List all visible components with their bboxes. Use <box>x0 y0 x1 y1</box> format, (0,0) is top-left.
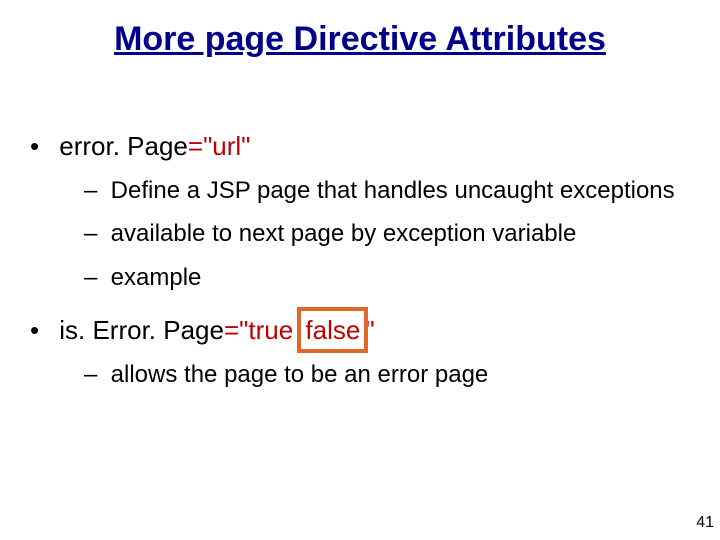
sub-bullet: – example <box>84 259 690 296</box>
sub-bullet: – available to next page by exception va… <box>84 215 690 252</box>
page-number: 41 <box>696 514 714 532</box>
attr-assignment: ="url" <box>188 131 251 161</box>
bullet-is-error-page: • is. Error. Page="true false" <box>30 310 690 350</box>
sub-bullet-text: available to next page by exception vari… <box>111 220 577 247</box>
dash-icon: – <box>84 356 104 393</box>
attr-name: is. Error. Page <box>59 315 224 345</box>
dash-icon: – <box>84 259 104 296</box>
sub-bullet-text: allows the page to be an error page <box>111 361 489 388</box>
sub-bullet: – allows the page to be an error page <box>84 356 690 393</box>
slide: More page Directive Attributes • error. … <box>0 0 720 540</box>
sub-bullet: – Define a JSP page that handles uncaugh… <box>84 172 690 209</box>
dash-icon: – <box>84 172 104 209</box>
bullet-dot-icon: • <box>30 310 52 350</box>
sub-bullet-text: example <box>111 264 202 291</box>
attr-assignment: ="true false" <box>224 315 375 345</box>
attr-name: error. Page <box>59 131 188 161</box>
dash-icon: – <box>84 215 104 252</box>
slide-title: More page Directive Attributes <box>0 20 720 59</box>
slide-body: • error. Page="url" – Define a JSP page … <box>30 120 690 399</box>
bullet-dot-icon: • <box>30 126 52 166</box>
bullet-error-page: • error. Page="url" <box>30 126 690 166</box>
sub-bullet-text: Define a JSP page that handles uncaught … <box>111 177 675 204</box>
emphasized-value-false: false <box>300 310 365 350</box>
